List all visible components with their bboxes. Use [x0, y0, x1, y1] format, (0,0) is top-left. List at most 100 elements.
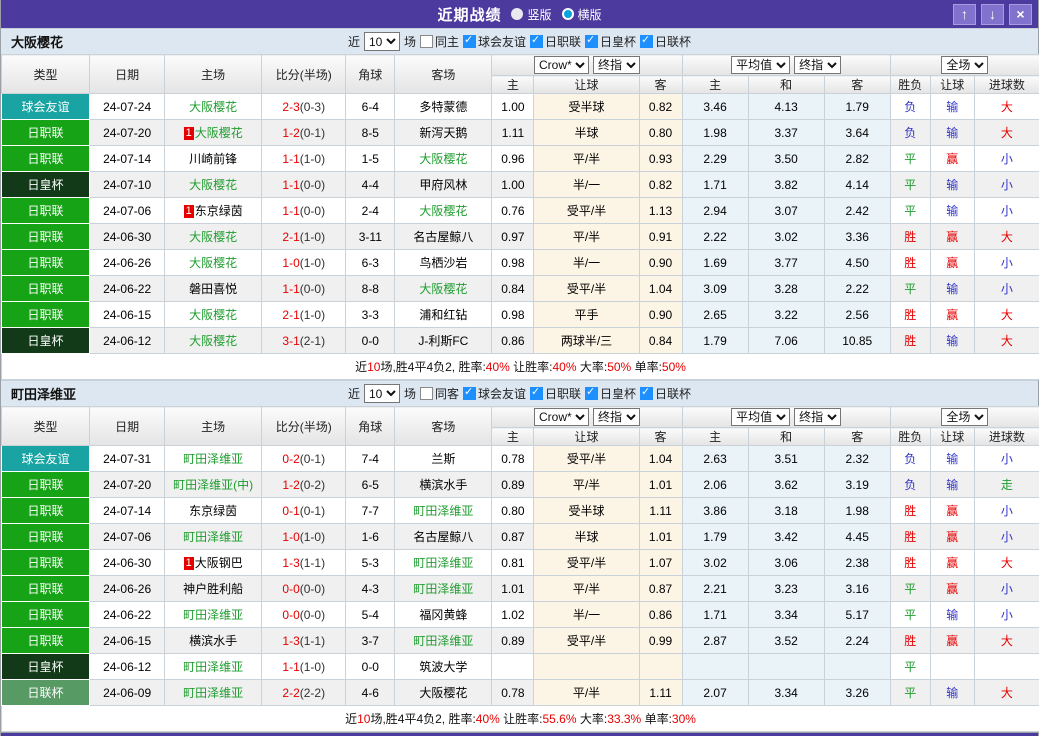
- checkbox-icon[interactable]: [585, 385, 599, 400]
- full-time-score: 2-1: [282, 229, 300, 244]
- result-handicap: 赢: [929, 523, 975, 550]
- titlebar: 近期战绩 竖版 横版 ↑ ↓ ×: [1, 0, 1038, 28]
- radio-horizontal-layout[interactable]: 横版: [561, 6, 602, 23]
- checkbox-icon[interactable]: [419, 387, 433, 400]
- match-type-badge: 球会友谊: [0, 445, 91, 472]
- avg-home-odds: 2.63: [681, 445, 749, 472]
- result-goals: 小: [973, 445, 1039, 472]
- close-button[interactable]: ×: [1009, 3, 1032, 25]
- avg-home-odds: [681, 653, 749, 680]
- checkbox-icon[interactable]: [530, 33, 543, 48]
- score-cell: 1-1(0-0): [261, 275, 347, 302]
- league-checkbox[interactable]: 日皇杯: [585, 33, 636, 50]
- match-type-badge: 日职联: [0, 275, 91, 302]
- checkbox-icon[interactable]: [585, 33, 599, 48]
- checkbox-icon[interactable]: [462, 33, 476, 48]
- same-venue-checkbox[interactable]: 同主: [419, 33, 459, 50]
- league-checkbox[interactable]: 日联杯: [640, 385, 691, 402]
- league-checkbox[interactable]: 日职联: [530, 385, 581, 402]
- home-team-name: 大阪樱花: [189, 178, 238, 192]
- avg-away-odds: 10.85: [823, 327, 891, 354]
- header-select[interactable]: 平均值: [731, 56, 791, 74]
- summary-segment: 近: [345, 712, 358, 726]
- header-select[interactable]: 终指: [592, 408, 640, 426]
- home-team-name: 大阪樱花: [189, 308, 238, 322]
- result-goals: 大: [973, 549, 1039, 576]
- avg-away-odds: 2.38: [823, 549, 891, 576]
- checkbox-icon[interactable]: [462, 385, 476, 400]
- checkbox-icon[interactable]: [640, 33, 654, 48]
- match-row: 日皇杯 24-06-12 大阪樱花 3-1(2-1) 0-0 J-利斯FC 0.86 两球半/…: [0, 327, 1039, 354]
- result-win-draw-loss: 胜: [889, 301, 931, 328]
- summary-segment: 50%: [607, 360, 632, 374]
- result-handicap: 输: [929, 327, 975, 354]
- move-down-button[interactable]: ↓: [981, 3, 1004, 25]
- avg-draw-odds: 3.18: [747, 497, 825, 524]
- home-team-name: 大阪樱花: [189, 334, 238, 348]
- column-subheader: 进球数: [973, 427, 1039, 446]
- result-win-draw-loss: 平: [889, 653, 931, 680]
- match-date: 24-06-12: [89, 653, 166, 680]
- league-checkbox[interactable]: 日联杯: [640, 33, 691, 50]
- radio-vertical-icon[interactable]: [511, 8, 524, 20]
- corner-cell: 6-3: [345, 249, 396, 276]
- result-handicap: 赢: [929, 301, 975, 328]
- same-venue-checkbox[interactable]: 同客: [419, 385, 459, 402]
- score-cell: 1-2(0-2): [261, 471, 347, 498]
- handicap-cell: 平/半: [533, 679, 640, 706]
- header-select[interactable]: Crow*: [533, 56, 589, 74]
- header-select[interactable]: 终指: [794, 56, 842, 74]
- home-team-name: 磐田喜悦: [189, 282, 238, 296]
- radio-vertical-layout[interactable]: 竖版: [511, 6, 552, 23]
- league-checkbox[interactable]: 球会友谊: [462, 385, 526, 402]
- header-dropdown-group: Crow* 终指: [491, 54, 683, 76]
- away-team-cell: 町田泽维亚: [394, 549, 493, 576]
- result-handicap: 输: [929, 197, 975, 224]
- corner-cell: 5-4: [345, 601, 396, 628]
- result-win-draw-loss: 胜: [889, 249, 931, 276]
- header-select[interactable]: 全场: [941, 56, 989, 74]
- home-team-name: 大阪樱花: [189, 256, 238, 270]
- avg-home-odds: 1.98: [681, 119, 749, 146]
- move-up-button[interactable]: ↑: [953, 3, 976, 25]
- league-checkbox[interactable]: 日职联: [530, 33, 581, 50]
- column-header: 类型: [0, 406, 91, 446]
- home-team-name: 町田泽维亚: [183, 608, 244, 622]
- column-subheader: 主: [681, 75, 749, 94]
- away-odds: 1.01: [638, 523, 683, 550]
- header-select[interactable]: 终指: [794, 408, 842, 426]
- away-team-cell: 横滨水手: [394, 471, 493, 498]
- half-time-score: (0-0): [299, 281, 326, 296]
- half-time-score: (1-0): [299, 307, 326, 322]
- league-checkbox[interactable]: 球会友谊: [462, 33, 526, 50]
- full-time-score: 1-3: [282, 555, 300, 570]
- match-row: 日职联 24-06-22 磐田喜悦 1-1(0-0) 8-8 大阪樱花 0.84 受平/半 1.…: [0, 275, 1039, 302]
- league-checkbox[interactable]: 日皇杯: [585, 385, 636, 402]
- checkbox-icon[interactable]: [530, 385, 543, 400]
- column-subheader: 让球: [533, 427, 640, 446]
- recent-label: 近: [347, 35, 360, 49]
- recent-count-select[interactable]: 10: [363, 32, 400, 51]
- avg-draw-odds: 3.34: [747, 601, 825, 628]
- away-odds: 1.11: [638, 497, 683, 524]
- checkbox-icon[interactable]: [640, 385, 654, 400]
- avg-draw-odds: 7.06: [747, 327, 825, 354]
- away-team-name: 大阪樱花: [419, 204, 468, 218]
- half-time-score: (1-0): [299, 229, 326, 244]
- avg-home-odds: 2.22: [681, 223, 749, 250]
- result-goals: 小: [973, 523, 1039, 550]
- away-team-cell: 浦和红钻: [394, 301, 493, 328]
- result-goals: 小: [973, 145, 1039, 172]
- full-time-score: 1-2: [282, 477, 300, 492]
- header-select[interactable]: 全场: [941, 408, 989, 426]
- checkbox-icon[interactable]: [419, 35, 433, 48]
- home-team-cell: 大阪樱花: [164, 223, 263, 250]
- header-select[interactable]: 终指: [592, 56, 640, 74]
- result-win-draw-loss: 胜: [889, 627, 931, 654]
- away-team-cell: 町田泽维亚: [394, 497, 493, 524]
- header-select[interactable]: 平均值: [731, 408, 791, 426]
- recent-count-select[interactable]: 10: [363, 384, 400, 403]
- header-select[interactable]: Crow*: [533, 408, 589, 426]
- radio-horizontal-icon[interactable]: [561, 8, 574, 20]
- column-header: 客场: [394, 54, 493, 94]
